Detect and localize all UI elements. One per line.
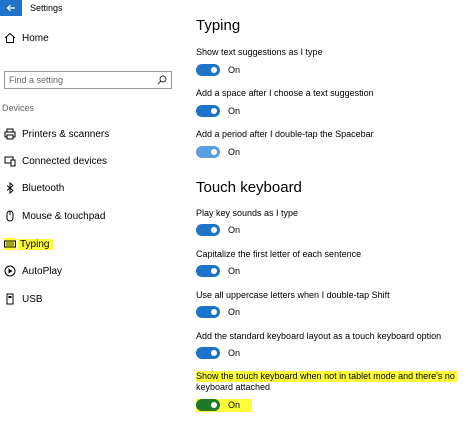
add-space-toggle[interactable]: On xyxy=(196,105,276,119)
sidebar-item-label: Mouse & touchpad xyxy=(22,210,106,222)
title-bar: Settings xyxy=(0,0,474,16)
toggle-state: On xyxy=(228,348,241,358)
option-label: Show the touch keyboard when not in tabl… xyxy=(196,371,458,382)
toggle-state: On xyxy=(228,147,241,157)
connected-devices-icon xyxy=(4,155,16,167)
sidebar-item-label: USB xyxy=(22,293,43,305)
toggle-knob xyxy=(211,108,217,114)
toggle-switch[interactable] xyxy=(196,399,220,411)
show-touch-keyboard-toggle[interactable]: On xyxy=(196,399,252,412)
toggle-knob xyxy=(211,67,217,73)
autoplay-icon xyxy=(4,265,16,277)
printer-icon xyxy=(4,128,16,140)
bluetooth-icon xyxy=(4,182,16,194)
option-label: Add a period after I double-tap the Spac… xyxy=(196,129,374,139)
search-input[interactable]: Find a setting xyxy=(4,71,172,89)
mouse-icon xyxy=(4,210,16,222)
toggle-knob xyxy=(211,227,217,233)
toggle-state: On xyxy=(228,266,241,276)
option-label: Add a space after I choose a text sugges… xyxy=(196,88,374,98)
toggle-knob xyxy=(211,309,217,315)
toggle-knob xyxy=(211,268,217,274)
toggle-state: On xyxy=(228,307,241,317)
toggle-switch[interactable] xyxy=(196,64,220,76)
sidebar-item-label: Bluetooth xyxy=(22,182,65,194)
toggle-state: On xyxy=(228,106,241,116)
sidebar-section-label: Devices xyxy=(2,103,35,113)
sidebar-item-label: Typing xyxy=(18,238,54,250)
toggle-switch[interactable] xyxy=(196,306,220,318)
add-period-toggle[interactable]: On xyxy=(196,146,276,160)
option-label: Show text suggestions as I type xyxy=(196,47,323,57)
sidebar-item-label: AutoPlay xyxy=(22,265,63,277)
window-title: Settings xyxy=(30,3,63,13)
sidebar: Home Find a setting Devices Printers & s… xyxy=(0,16,187,431)
toggle-knob xyxy=(211,402,217,408)
toggle-state: On xyxy=(228,225,241,235)
usb-icon xyxy=(4,293,16,305)
toggle-switch[interactable] xyxy=(196,105,220,117)
search-placeholder: Find a setting xyxy=(9,75,64,85)
touch-keyboard-heading: Touch keyboard xyxy=(196,179,302,196)
sidebar-item-label: Printers & scanners xyxy=(22,128,110,140)
standard-layout-toggle[interactable]: On xyxy=(196,347,276,361)
home-icon xyxy=(4,32,16,44)
capitalize-toggle[interactable]: On xyxy=(196,265,276,279)
search-icon xyxy=(157,75,167,87)
toggle-knob xyxy=(211,149,217,155)
uppercase-toggle[interactable]: On xyxy=(196,306,276,320)
main-content: Typing Show text suggestions as I type O… xyxy=(196,16,474,431)
toggle-knob xyxy=(211,350,217,356)
back-arrow-icon xyxy=(6,4,15,12)
toggle-switch[interactable] xyxy=(196,146,220,158)
typing-heading: Typing xyxy=(196,17,241,34)
sidebar-item-label: Home xyxy=(22,32,49,44)
option-label-continued: keyboard attached xyxy=(196,382,271,392)
keyboard-icon xyxy=(4,238,16,250)
back-button[interactable] xyxy=(0,0,22,16)
option-label: Use all uppercase letters when I double-… xyxy=(196,290,390,300)
sidebar-item-label: Connected devices xyxy=(22,155,108,167)
option-label: Play key sounds as I type xyxy=(196,208,299,218)
toggle-state: On xyxy=(228,400,241,410)
toggle-switch[interactable] xyxy=(196,224,220,236)
toggle-state: On xyxy=(228,65,241,75)
option-label: Add the standard keyboard layout as a to… xyxy=(196,331,442,341)
toggle-switch[interactable] xyxy=(196,265,220,277)
toggle-switch[interactable] xyxy=(196,347,220,359)
option-label: Capitalize the first letter of each sent… xyxy=(196,249,362,259)
key-sounds-toggle[interactable]: On xyxy=(196,224,276,238)
text-suggestions-toggle[interactable]: On xyxy=(196,64,276,78)
